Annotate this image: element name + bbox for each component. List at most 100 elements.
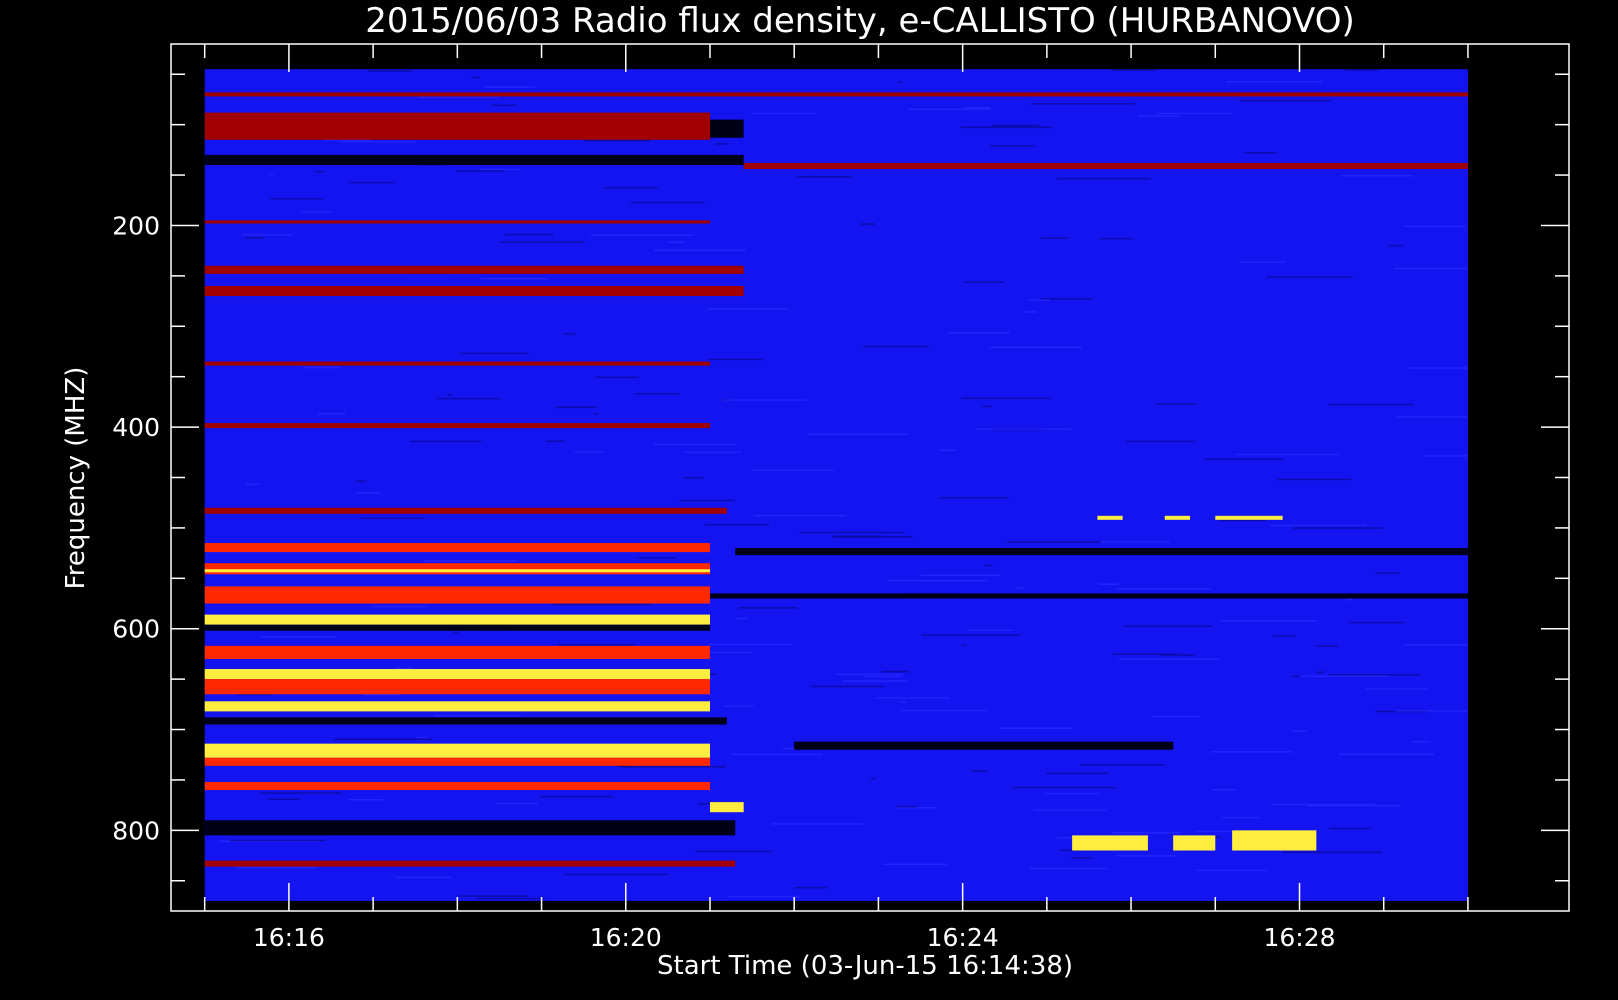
heatmap-noise-streak: [552, 603, 653, 606]
heatmap-noise-streak: [1240, 261, 1286, 263]
heatmap-noise-streak: [991, 124, 1040, 127]
heatmap-noise-streak: [1116, 588, 1211, 590]
heatmap-noise-streak: [920, 574, 1001, 577]
heatmap-noise-streak: [1409, 367, 1468, 369]
heatmap-noise-streak: [961, 397, 1051, 400]
heatmap-noise-streak: [881, 670, 910, 673]
heatmap-noise-streak: [730, 753, 823, 756]
heatmap-noise-streak: [491, 104, 516, 107]
heatmap-noise-streak: [574, 451, 605, 453]
heatmap-noise-streak: [653, 249, 746, 252]
heatmap-noise-streak: [870, 777, 875, 780]
heatmap-noise-streak: [1316, 671, 1325, 673]
heatmap-noise-streak: [349, 181, 395, 184]
heatmap-noise-streak: [1012, 786, 1116, 789]
heatmap-noise-streak: [1292, 527, 1384, 529]
heatmap-noise-streak: [1157, 112, 1233, 115]
heatmap-band: [735, 548, 1468, 556]
heatmap-noise-streak: [436, 397, 501, 400]
heatmap-noise-streak: [1266, 276, 1353, 278]
heatmap-noise-streak: [418, 96, 500, 99]
heatmap-band: [204, 743, 710, 758]
heatmap-noise-streak: [682, 451, 742, 454]
heatmap-band: [1097, 515, 1123, 520]
heatmap-noise-streak: [679, 499, 735, 502]
heatmap-noise-streak: [1344, 69, 1379, 71]
heatmap-band: [1072, 835, 1148, 851]
heatmap-noise-streak: [360, 517, 424, 519]
heatmap-band: [204, 507, 727, 514]
heatmap-noise-streak: [394, 876, 451, 879]
heatmap-band: [204, 701, 710, 712]
chart-title: 2015/06/03 Radio flux density, e-CALLIST…: [365, 1, 1355, 41]
heatmap-noise-streak: [1024, 311, 1037, 313]
heatmap-noise-streak: [1222, 816, 1261, 819]
heatmap-noise-streak: [738, 607, 798, 609]
heatmap-noise-streak: [1271, 803, 1376, 806]
heatmap-noise-streak: [459, 895, 529, 897]
heatmap-noise-streak: [484, 86, 536, 88]
heatmap-noise-streak: [835, 673, 905, 676]
heatmap-base: [204, 69, 1468, 901]
heatmap-noise-streak: [317, 413, 346, 415]
heatmap-noise-streak: [1394, 267, 1468, 270]
heatmap-noise-streak: [1006, 541, 1102, 543]
heatmap-noise-streak: [960, 126, 1053, 129]
heatmap-noise-streak: [1155, 403, 1197, 405]
heatmap-noise-streak: [1041, 298, 1093, 300]
heatmap-noise-streak: [966, 629, 1013, 632]
heatmap-noise-streak: [245, 483, 261, 486]
heatmap-noise-streak: [1150, 715, 1199, 718]
heatmap-noise-streak: [862, 345, 930, 348]
heatmap-noise-streak: [1329, 827, 1372, 830]
heatmap-noise-streak: [975, 428, 1071, 430]
heatmap-noise-streak: [1375, 572, 1400, 574]
heatmap-noise-streak: [1235, 453, 1339, 456]
heatmap-noise-streak: [593, 413, 599, 415]
heatmap-band: [204, 586, 710, 604]
heatmap-noise-streak: [338, 141, 416, 143]
heatmap-noise-streak: [1397, 416, 1468, 418]
heatmap-noise-streak: [708, 643, 793, 646]
heatmap-noise-streak: [921, 634, 1021, 637]
heatmap-noise-streak: [555, 406, 597, 409]
heatmap-noise-streak: [241, 234, 294, 236]
heatmap-band: [204, 614, 710, 625]
heatmap-noise-streak: [1029, 867, 1109, 870]
heatmap-noise-streak: [630, 201, 706, 204]
heatmap-noise-streak: [900, 709, 987, 712]
heatmap-noise-streak: [634, 392, 680, 395]
y-axis-label: Frequency (MHZ): [61, 367, 91, 590]
heatmap-noise-streak: [460, 352, 529, 355]
heatmap-noise-streak: [455, 170, 505, 172]
heatmap-noise-streak: [1031, 103, 1135, 105]
x-tick-label: 16:20: [590, 923, 662, 952]
heatmap-noise-streak: [453, 631, 459, 634]
heatmap-noise-streak: [558, 644, 635, 646]
heatmap-noise-streak: [315, 170, 326, 173]
heatmap-noise-streak: [898, 701, 907, 703]
heatmap-noise-streak: [1239, 99, 1332, 102]
heatmap-noise-streak: [638, 557, 677, 559]
heatmap-noise-streak: [355, 492, 382, 494]
heatmap-noise-streak: [727, 895, 801, 898]
heatmap-noise-streak: [269, 173, 274, 176]
heatmap-band: [1232, 830, 1317, 851]
heatmap-noise-streak: [621, 766, 727, 768]
heatmap-noise-streak: [860, 223, 876, 225]
heatmap-noise-streak: [683, 477, 704, 479]
heatmap-noise-streak: [714, 143, 728, 145]
heatmap-noise-streak: [1098, 541, 1170, 543]
heatmap-noise-streak: [479, 168, 520, 171]
heatmap-noise-streak: [434, 715, 521, 717]
heatmap-noise-streak: [887, 579, 987, 582]
heatmap-noise-streak: [348, 798, 384, 801]
heatmap-noise-streak: [504, 233, 554, 236]
heatmap-noise-streak: [1316, 645, 1338, 647]
heatmap-noise-streak: [499, 241, 585, 243]
heatmap-band: [204, 563, 710, 575]
heatmap-band: [709, 593, 1468, 599]
heatmap-band: [204, 154, 744, 165]
y-tick-label: 600: [112, 615, 160, 644]
heatmap-noise-streak: [1040, 237, 1070, 239]
